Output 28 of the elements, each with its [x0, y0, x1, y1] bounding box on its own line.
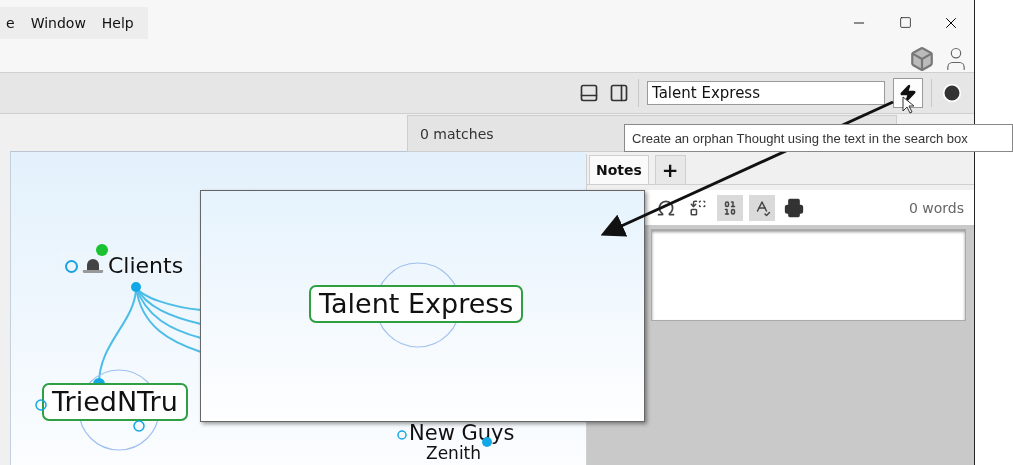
match-count: 0 matches — [420, 125, 494, 142]
handle-icon[interactable] — [133, 420, 145, 432]
tooltip: Create an orphan Thought using the text in the search box — [624, 124, 1013, 152]
search-field[interactable]: Talent Express — [647, 81, 885, 105]
menu-item[interactable]: e — [0, 14, 21, 31]
notes-tab[interactable]: Notes — [589, 155, 649, 184]
handle-icon[interactable] — [65, 259, 78, 273]
number-icon[interactable] — [717, 194, 743, 221]
topic-node[interactable]: New Guys — [409, 422, 515, 446]
bolt-icon — [899, 84, 917, 102]
hat-icon — [82, 258, 104, 275]
spell-check-icon[interactable] — [749, 194, 775, 221]
maximize-icon[interactable] — [898, 16, 912, 29]
bolt-button[interactable] — [893, 78, 923, 108]
status-dot — [96, 244, 108, 256]
handle-icon[interactable] — [397, 430, 407, 440]
link-handle[interactable] — [482, 437, 492, 447]
menu-item[interactable]: Help — [95, 14, 140, 31]
cursor-icon — [902, 96, 915, 114]
menu-item[interactable]: Window — [24, 14, 92, 31]
handle-icon[interactable] — [35, 399, 47, 411]
topic-node[interactable]: TriedNTru — [42, 383, 188, 421]
topic-node[interactable]: Talent Express — [309, 285, 524, 323]
word-count: 0 words — [908, 199, 964, 216]
cube-icon[interactable] — [908, 44, 936, 73]
topic-node[interactable]: Zenith — [426, 444, 482, 463]
notes-tab[interactable]: + — [654, 155, 686, 184]
node-label: Clients — [108, 254, 184, 279]
